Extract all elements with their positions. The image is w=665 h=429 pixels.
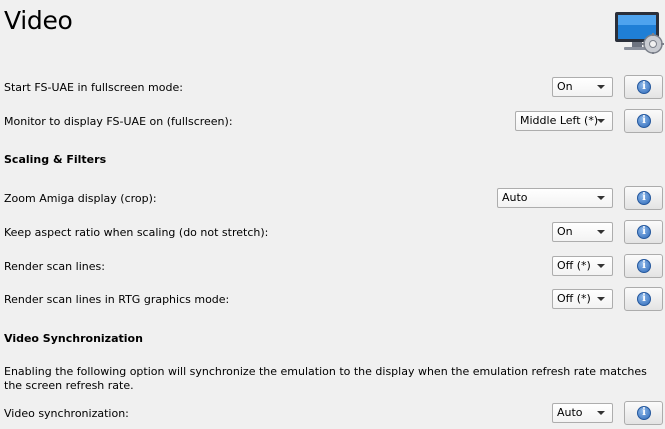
monitor-settings-icon (615, 12, 664, 54)
chevron-down-icon (597, 196, 605, 200)
scanlines-rtg-select[interactable]: Off (*) (552, 289, 613, 309)
zoom-select[interactable]: Auto (497, 188, 613, 208)
chevron-down-icon (597, 297, 605, 301)
chevron-down-icon (597, 85, 605, 89)
aspect-info-button[interactable]: i (624, 220, 663, 244)
chevron-down-icon (597, 230, 605, 234)
info-icon: i (637, 259, 651, 273)
vsync-select-value: Auto (557, 406, 583, 419)
fullscreen-select[interactable]: On (552, 77, 613, 97)
aspect-select[interactable]: On (552, 222, 613, 242)
fullscreen-info-button[interactable]: i (624, 75, 663, 99)
aspect-select-value: On (557, 225, 573, 238)
zoom-info-button[interactable]: i (624, 186, 663, 210)
chevron-down-icon (597, 264, 605, 268)
monitor-info-button[interactable]: i (624, 109, 663, 133)
monitor-label: Monitor to display FS-UAE on (fullscreen… (4, 115, 233, 128)
scanlines-rtg-info-button[interactable]: i (624, 287, 663, 311)
zoom-label: Zoom Amiga display (crop): (4, 192, 157, 205)
scanlines-label: Render scan lines: (4, 260, 105, 273)
chevron-down-icon (597, 411, 605, 415)
monitor-select[interactable]: Middle Left (*) (515, 111, 613, 131)
scanlines-rtg-select-value: Off (*) (557, 292, 591, 305)
sync-description: Enabling the following option will synch… (4, 365, 647, 392)
vsync-label: Video synchronization: (4, 407, 129, 420)
fullscreen-select-value: On (557, 80, 573, 93)
section-scaling-heading: Scaling & Filters (4, 153, 107, 166)
section-sync-heading: Video Synchronization (4, 332, 143, 345)
info-icon: i (637, 80, 651, 94)
scanlines-select[interactable]: Off (*) (552, 256, 613, 276)
info-icon: i (637, 225, 651, 239)
aspect-label: Keep aspect ratio when scaling (do not s… (4, 226, 269, 239)
scanlines-select-value: Off (*) (557, 259, 591, 272)
scanlines-rtg-label: Render scan lines in RTG graphics mode: (4, 293, 230, 306)
vsync-info-button[interactable]: i (624, 401, 663, 425)
info-icon: i (637, 292, 651, 306)
zoom-select-value: Auto (502, 191, 528, 204)
info-icon: i (637, 114, 651, 128)
chevron-down-icon (597, 119, 605, 123)
fullscreen-label: Start FS-UAE in fullscreen mode: (4, 81, 183, 94)
page-title: Video (4, 6, 73, 35)
info-icon: i (637, 191, 651, 205)
info-icon: i (637, 406, 651, 420)
monitor-select-value: Middle Left (*) (520, 114, 599, 127)
vsync-select[interactable]: Auto (552, 403, 613, 423)
scanlines-info-button[interactable]: i (624, 254, 663, 278)
